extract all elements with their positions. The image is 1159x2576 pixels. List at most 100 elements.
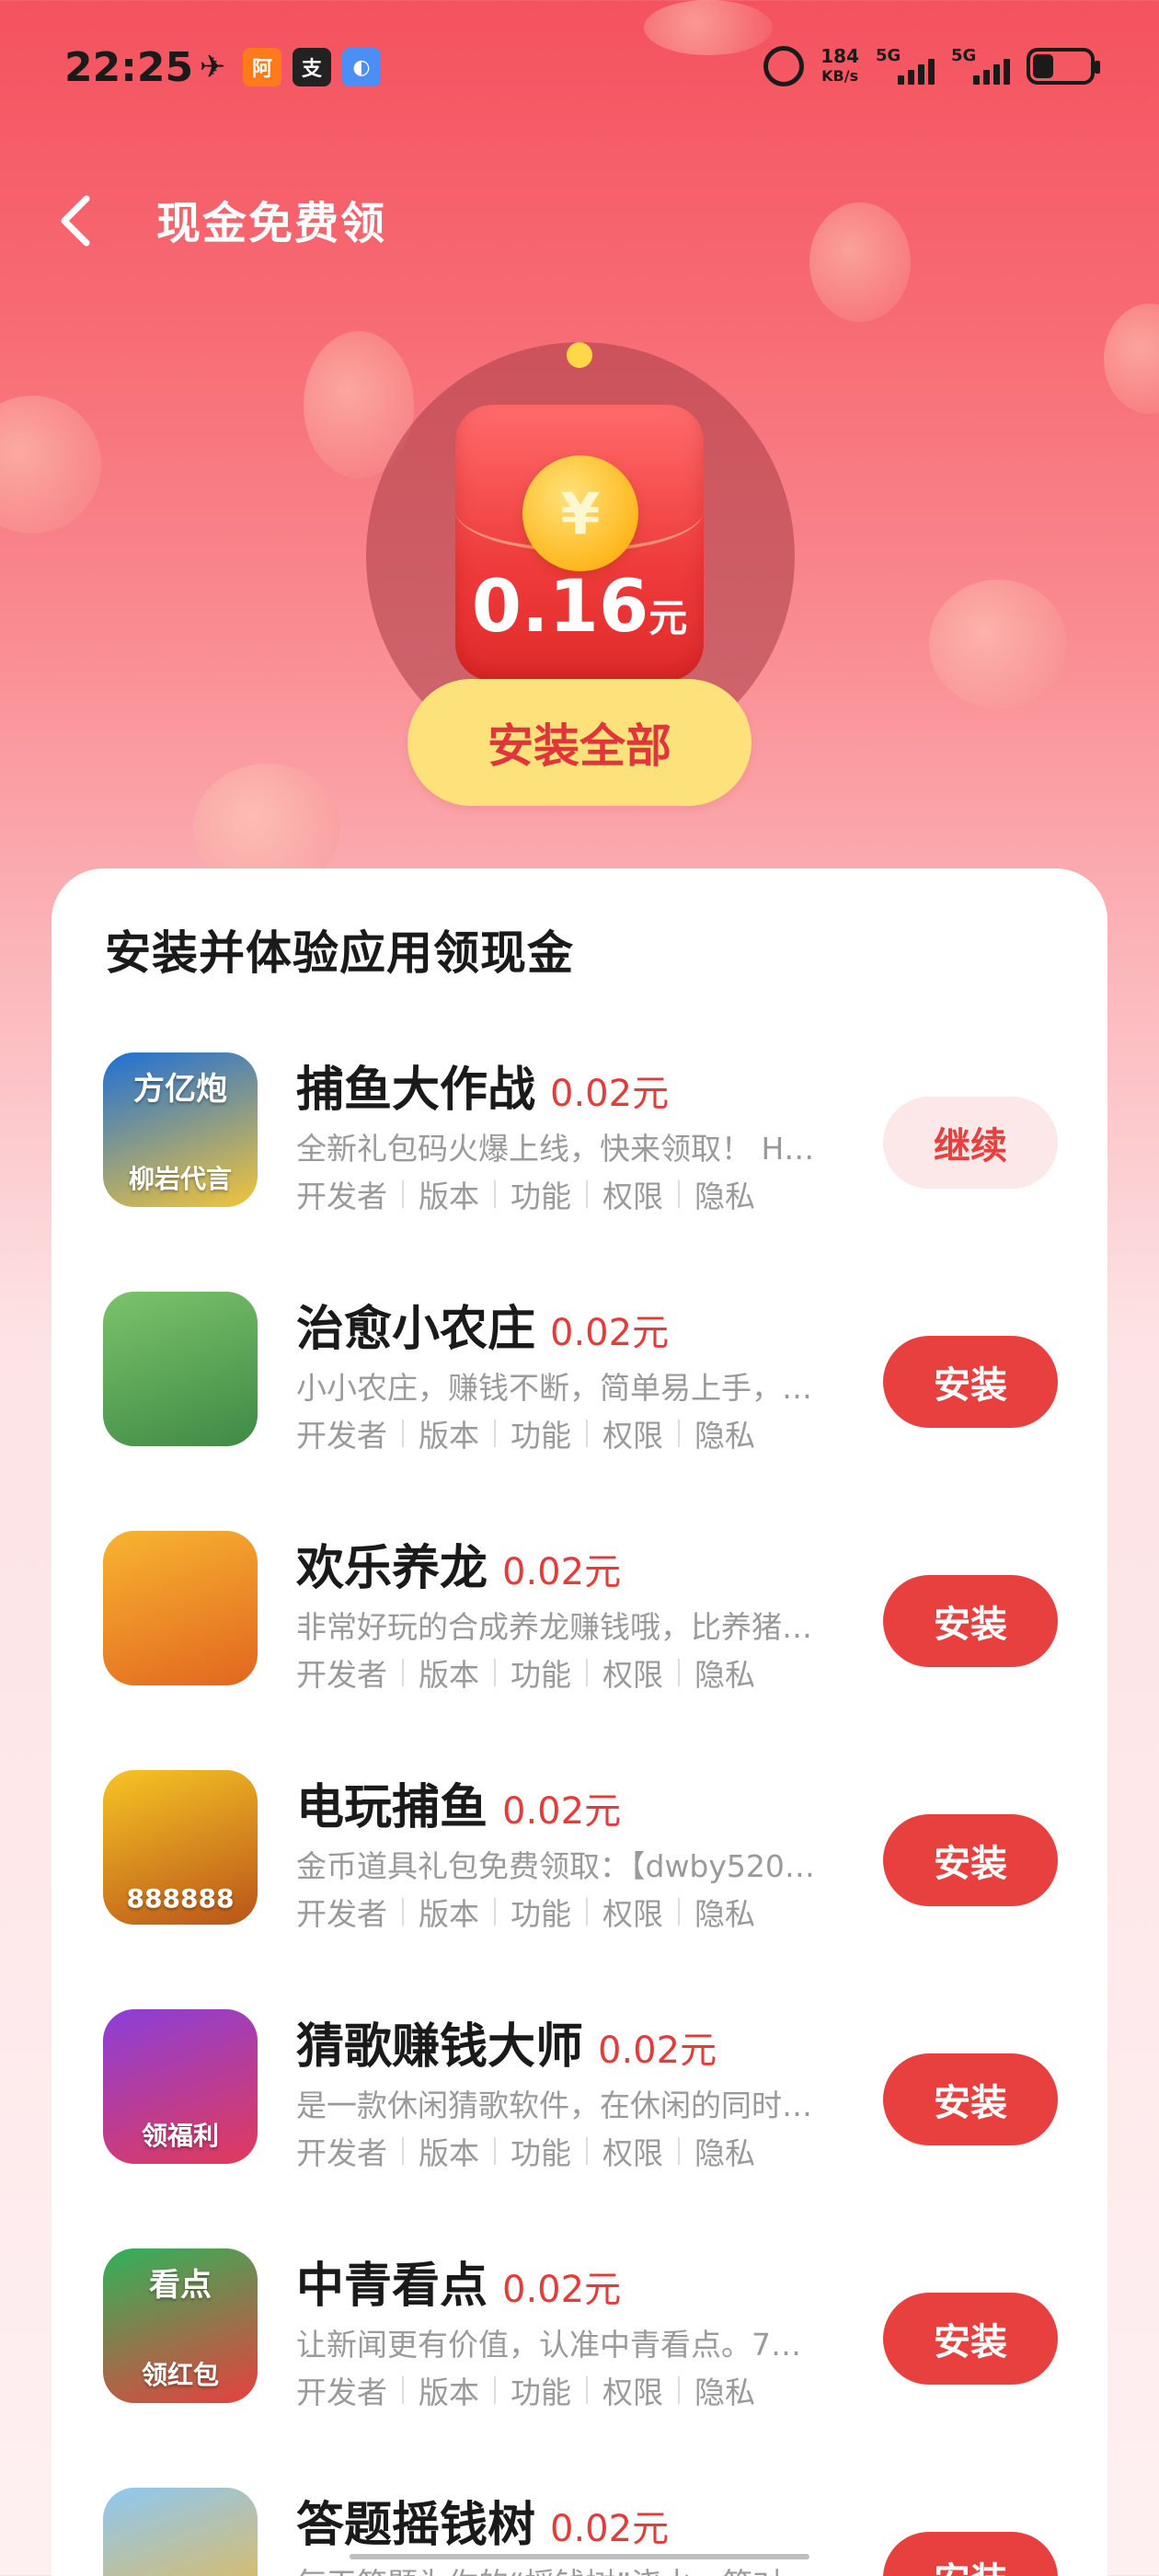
link-divider — [586, 2137, 588, 2165]
app-info-link[interactable]: 权限 — [602, 1411, 663, 1455]
app-info-link[interactable]: 隐私 — [694, 2368, 755, 2412]
app-name: 欢乐养龙 — [296, 1541, 488, 1596]
app-icon-badge: 领福利 — [141, 2121, 219, 2151]
link-divider — [494, 1898, 496, 1926]
app-info-link[interactable]: 版本 — [419, 2368, 479, 2412]
app-info-link[interactable]: 权限 — [602, 2368, 663, 2412]
app-info-link[interactable]: 开发者 — [296, 1411, 387, 1455]
app-info-link[interactable]: 权限 — [602, 1172, 663, 1216]
link-divider — [586, 1898, 588, 1926]
app-name: 电玩捕鱼 — [296, 1780, 488, 1835]
app-info-link[interactable]: 权限 — [602, 2129, 663, 2173]
app-info-link[interactable]: 开发者 — [296, 1890, 387, 1934]
back-button[interactable] — [48, 184, 103, 258]
app-info-link[interactable]: 功能 — [511, 1650, 571, 1695]
link-divider — [402, 1659, 404, 1686]
app-info-link[interactable]: 功能 — [511, 1890, 571, 1934]
app-info-link[interactable]: 权限 — [602, 1650, 663, 1695]
install-button[interactable]: 安装 — [883, 2053, 1058, 2145]
app-icon[interactable]: 888888 — [103, 1770, 258, 1925]
app-list-item[interactable]: 方亿炮 柳岩代言 捕鱼大作战 0.02元 全新礼包码火爆上线，快来领取！ H… 开发者 版本… — [52, 1025, 1107, 1214]
app-list-item[interactable]: 治愈小农庄 0.02元 小小农庄，赚钱不断，简单易上手，… 开发者 版本 功能 权限 隐私 安装 — [52, 1264, 1107, 1454]
app-icon[interactable]: 方亿炮 柳岩代言 — [103, 1052, 258, 1207]
app-info-links: 开发者 版本 功能 权限 隐私 — [296, 1650, 755, 1695]
reward-amount: 0.16 — [471, 566, 649, 649]
link-divider — [678, 2137, 680, 2165]
install-button[interactable]: 安装 — [883, 2293, 1058, 2385]
signal-icon: 5G — [951, 46, 1010, 86]
background-coin — [1104, 304, 1159, 414]
background-coin — [929, 580, 1067, 708]
app-info-link[interactable]: 版本 — [419, 1890, 479, 1934]
app-info-link[interactable]: 隐私 — [694, 1890, 755, 1934]
app-icon-label: 方亿炮 — [133, 1071, 227, 1108]
app-name: 中青看点 — [296, 2259, 488, 2314]
app-list-card: 安装并体验应用领现金 方亿炮 柳岩代言 捕鱼大作战 0.02元 全新礼包码火爆上线，快来… — [52, 868, 1107, 2576]
app-icon[interactable] — [103, 1531, 258, 1685]
app-name: 答题摇钱树 — [296, 2498, 536, 2553]
link-divider — [586, 2376, 588, 2404]
app-title-line: 电玩捕鱼 0.02元 — [296, 1768, 621, 1837]
continue-button[interactable]: 继续 — [883, 1097, 1058, 1189]
app-reward: 0.02元 — [550, 2508, 670, 2550]
app-list-item[interactable]: 领福利 猜歌赚钱大师 0.02元 是一款休闲猜歌软件，在休闲的同时… 开发者 版本 功能 权限… — [52, 1982, 1107, 2171]
app-info-link[interactable]: 隐私 — [694, 1411, 755, 1455]
app-icon-badge: 领红包 — [141, 2360, 219, 2390]
app-info-link[interactable]: 功能 — [511, 2129, 571, 2173]
app-reward: 0.02元 — [550, 1312, 670, 1354]
app-info-link[interactable]: 功能 — [511, 1411, 571, 1455]
app-name: 治愈小农庄 — [296, 1302, 536, 1357]
app-info-link[interactable]: 开发者 — [296, 1650, 387, 1695]
system-status: 184 KB/s 5G 5G — [763, 46, 1100, 86]
install-button[interactable]: 安装 — [883, 1814, 1058, 1906]
app-info-link[interactable]: 版本 — [419, 2129, 479, 2173]
link-divider — [494, 1420, 496, 1447]
link-divider — [494, 1180, 496, 1208]
install-button[interactable]: 安装 — [883, 2532, 1058, 2576]
app-description: 金币道具礼包免费领取：【dwby520… — [296, 1848, 815, 1884]
background-coin — [809, 202, 911, 322]
app-info-link[interactable]: 开发者 — [296, 2368, 387, 2412]
home-indicator[interactable] — [350, 2554, 809, 2559]
app-icon-badge: 888888 — [126, 1883, 235, 1914]
app-name: 猜歌赚钱大师 — [296, 2019, 584, 2075]
app-info-link[interactable]: 开发者 — [296, 1172, 387, 1216]
app-reward: 0.02元 — [550, 1073, 670, 1115]
alipay-icon: 支 — [293, 48, 331, 86]
reward-unit: 元 — [648, 595, 688, 640]
app-reward: 0.02元 — [502, 1551, 622, 1593]
app-info-link[interactable]: 权限 — [602, 1890, 663, 1934]
install-button[interactable]: 安装 — [883, 1575, 1058, 1667]
app-list-item[interactable]: 888888 电玩捕鱼 0.02元金币道具礼包免费领取：【dwby520… 开发者 版本… — [52, 1742, 1107, 1932]
app-reward: 0.02元 — [598, 2030, 717, 2072]
app-info-link[interactable]: 功能 — [511, 1172, 571, 1216]
app-list-item[interactable]: 欢乐养龙 0.02元 非常好玩的合成养龙赚钱哦，比养猪… 开发者 版本 功能 权限 隐私 安装 — [52, 1503, 1107, 1693]
coin-icon: ¥ — [522, 455, 638, 571]
app-icon[interactable] — [103, 1292, 258, 1446]
app-title-line: 猜歌赚钱大师 0.02元 — [296, 2007, 717, 2076]
app-info-link[interactable]: 版本 — [419, 1411, 479, 1455]
app-icon[interactable]: 领福利 — [103, 2009, 258, 2164]
app-info-link[interactable]: 隐私 — [694, 1172, 755, 1216]
app-reward: 0.02元 — [502, 2269, 622, 2311]
reward-total: 0.16元 — [455, 566, 704, 649]
app-info-links: 开发者 版本 功能 权限 隐私 — [296, 1411, 755, 1455]
app-info-link[interactable]: 版本 — [419, 1172, 479, 1216]
signal-icon: 5G — [876, 46, 935, 86]
app-icon-badge — [171, 1433, 189, 1437]
app-icon[interactable] — [103, 2488, 258, 2576]
link-divider — [678, 1420, 680, 1447]
app-info-link[interactable]: 版本 — [419, 1650, 479, 1695]
app-title-line: 答题摇钱树 0.02元 — [296, 2486, 669, 2555]
install-all-button[interactable]: 安装全部 — [407, 679, 752, 806]
app-info-link[interactable]: 功能 — [511, 2368, 571, 2412]
app-info-links: 开发者 版本 功能 权限 隐私 — [296, 2368, 755, 2412]
app-info-link[interactable]: 开发者 — [296, 2129, 387, 2173]
app-info-link[interactable]: 隐私 — [694, 2129, 755, 2173]
app-info-link[interactable]: 隐私 — [694, 1650, 755, 1695]
app-icon-label: 看点 — [149, 2267, 212, 2304]
app-icon[interactable]: 看点 领红包 — [103, 2248, 258, 2403]
hero-dot — [567, 342, 592, 368]
install-button[interactable]: 安装 — [883, 1336, 1058, 1428]
app-list-item[interactable]: 看点 领红包 中青看点 0.02元 让新闻更有价值，认准中青看点。7… 开发者 版本 功能 权限… — [52, 2221, 1107, 2410]
